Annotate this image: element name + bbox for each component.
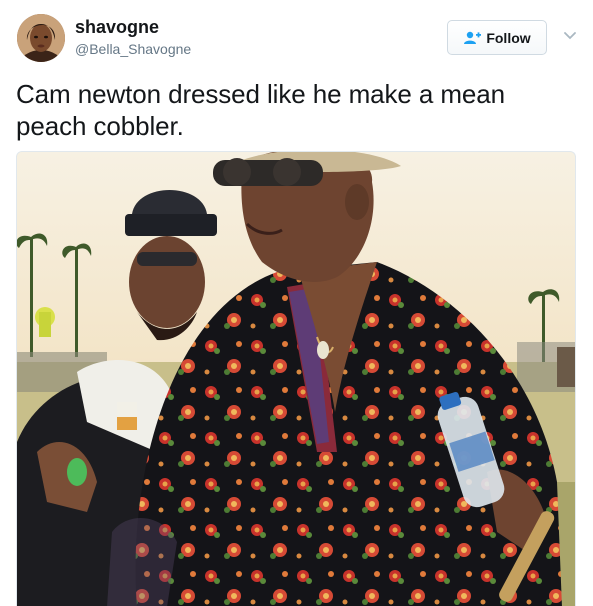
tweet-card: shavogne @Bella_Shavogne Follow Cam newt… bbox=[0, 0, 593, 606]
follow-button[interactable]: Follow bbox=[447, 20, 547, 55]
photo-content bbox=[17, 152, 575, 606]
user-handle[interactable]: @Bella_Shavogne bbox=[75, 39, 191, 59]
chevron-down-icon bbox=[564, 32, 576, 40]
tweet-photo[interactable] bbox=[16, 151, 576, 606]
user-info[interactable]: shavogne @Bella_Shavogne bbox=[75, 16, 191, 59]
follow-label: Follow bbox=[486, 29, 531, 46]
display-name[interactable]: shavogne bbox=[75, 16, 191, 38]
profile-photo bbox=[17, 14, 65, 62]
tweet-menu-button[interactable] bbox=[560, 28, 580, 44]
avatar[interactable] bbox=[17, 14, 65, 62]
add-user-icon bbox=[464, 31, 482, 44]
tweet-text: Cam newton dressed like he make a mean p… bbox=[16, 79, 506, 141]
